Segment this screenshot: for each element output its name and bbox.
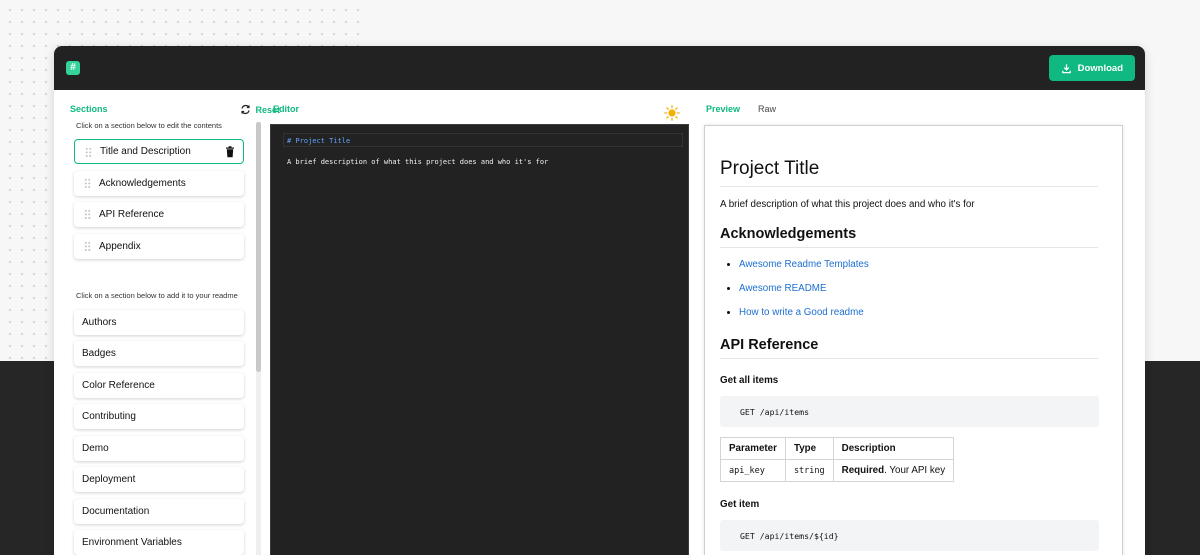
section-item-acknowledgements[interactable]: Acknowledgements <box>74 171 244 196</box>
available-section-deployment[interactable]: Deployment <box>74 467 244 492</box>
sections-scrollbar[interactable] <box>256 122 261 555</box>
reset-icon <box>241 105 251 114</box>
available-section-color-reference[interactable]: Color Reference <box>74 373 244 398</box>
preview-code-block: GET /api/items <box>720 396 1099 427</box>
preview-get-item-heading: Get item <box>720 499 760 510</box>
preview-params-table: Parameter Type Description api_key strin… <box>720 437 955 482</box>
available-section-authors[interactable]: Authors <box>74 310 244 335</box>
section-label: API Reference <box>99 209 165 220</box>
preview-link[interactable]: Awesome README <box>739 283 1098 294</box>
table-header-row: Parameter Type Description <box>720 437 955 460</box>
preview-ack-heading: Acknowledgements <box>720 226 1098 248</box>
table-header: Description <box>832 437 955 460</box>
section-label: Badges <box>82 348 116 359</box>
editor-line: # Project Title <box>287 137 351 145</box>
preview-link[interactable]: Awesome Readme Templates <box>739 259 1098 270</box>
download-icon <box>1061 63 1071 73</box>
preview-description: A brief description of what this project… <box>720 199 975 210</box>
add-hint: Click on a section below to add it to yo… <box>76 291 238 300</box>
required-label: Required <box>841 465 885 476</box>
section-label: Documentation <box>82 506 150 517</box>
available-section-demo[interactable]: Demo <box>74 436 244 461</box>
section-label: Color Reference <box>82 380 155 391</box>
section-label: Authors <box>82 317 117 328</box>
table-cell: Required. Your API key <box>832 459 955 482</box>
available-section-contributing[interactable]: Contributing <box>74 404 244 429</box>
sections-scrollbar-thumb[interactable] <box>256 122 261 372</box>
tab-raw[interactable]: Raw <box>758 104 776 114</box>
drag-handle-icon[interactable] <box>85 147 92 158</box>
section-label: Deployment <box>82 474 136 485</box>
sections-panel: Sections Reset Click on a section below … <box>70 104 280 555</box>
code-text: GET /api/items <box>740 406 810 417</box>
code-text: GET /api/items/${id} <box>740 530 839 541</box>
section-label: Contributing <box>82 411 136 422</box>
table-row: api_key string Required. Your API key <box>720 459 955 482</box>
app-window: # Download Sections Reset Click on a sec… <box>54 46 1145 555</box>
editor-line: A brief description of what this project… <box>287 158 549 166</box>
section-label: Title and Description <box>100 146 191 157</box>
download-button[interactable]: Download <box>1048 55 1135 81</box>
markdown-editor[interactable]: # Project Title A brief description of w… <box>270 124 689 555</box>
table-cell: api_key <box>720 459 786 482</box>
logo-icon[interactable]: # <box>66 61 80 75</box>
top-bar: # Download <box>54 46 1145 90</box>
section-item-api-reference[interactable]: API Reference <box>74 202 244 227</box>
drag-handle-icon[interactable] <box>84 241 91 252</box>
section-label: Demo <box>82 443 109 454</box>
preview-tabs: Preview Raw <box>706 104 776 114</box>
preview-ack-list: Awesome Readme Templates Awesome README … <box>720 259 1098 331</box>
available-section-documentation[interactable]: Documentation <box>74 499 244 524</box>
theme-toggle-sun-icon[interactable] <box>664 105 680 121</box>
drag-handle-icon[interactable] <box>84 178 91 189</box>
preview-api-heading: API Reference <box>720 337 1098 359</box>
section-item-title-and-description[interactable]: Title and Description <box>74 139 244 164</box>
preview-link[interactable]: How to write a Good readme <box>739 307 1098 318</box>
table-cell: string <box>784 459 834 482</box>
download-label: Download <box>1077 62 1123 74</box>
edit-hint: Click on a section below to edit the con… <box>76 121 222 130</box>
available-section-badges[interactable]: Badges <box>74 341 244 366</box>
table-header: Parameter <box>720 437 786 460</box>
section-label: Acknowledgements <box>99 178 186 189</box>
markdown-preview: Project Title A brief description of wha… <box>704 125 1123 555</box>
drag-handle-icon[interactable] <box>84 209 91 220</box>
preview-title: Project Title <box>720 158 1098 187</box>
editor-heading: Editor <box>273 104 299 114</box>
tab-preview[interactable]: Preview <box>706 104 740 114</box>
available-section-environment-variables[interactable]: Environment Variables <box>74 530 244 555</box>
section-item-appendix[interactable]: Appendix <box>74 234 244 259</box>
section-label: Environment Variables <box>82 537 182 548</box>
table-header: Type <box>784 437 834 460</box>
preview-get-all-heading: Get all items <box>720 375 779 386</box>
preview-code-block: GET /api/items/${id} <box>720 520 1099 551</box>
trash-icon[interactable] <box>225 146 235 158</box>
description-text: . Your API key <box>884 465 946 476</box>
section-label: Appendix <box>99 241 141 252</box>
